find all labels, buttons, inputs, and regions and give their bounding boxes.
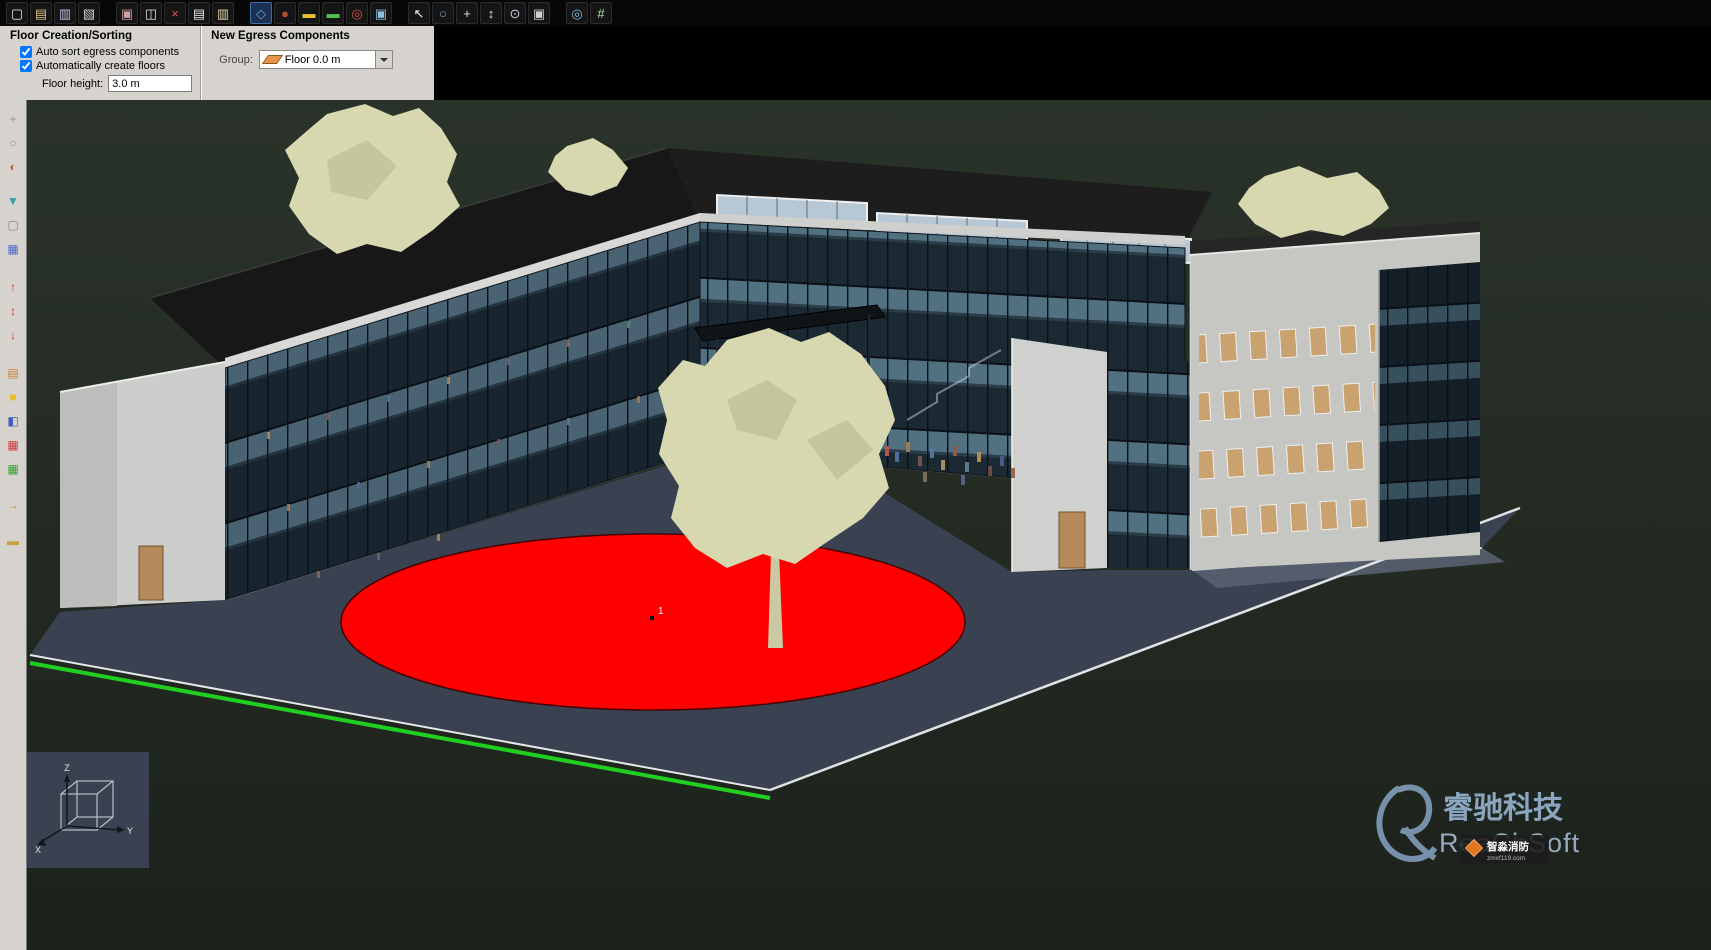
- roam-icon[interactable]: ↕: [480, 2, 502, 24]
- axis-y-label: Y: [127, 826, 133, 836]
- occupant-region[interactable]: [341, 534, 965, 710]
- print-icon[interactable]: ▣: [116, 2, 138, 24]
- copy-icon[interactable]: ▤: [188, 2, 210, 24]
- measure-tool-icon[interactable]: ▬: [2, 530, 25, 552]
- floor-icon: [262, 55, 283, 64]
- toolbar-group-view: ◇●▬▬◎▣: [250, 2, 392, 24]
- left-wing-end-wall: [60, 362, 225, 608]
- options-panel-bar: Floor Creation/Sorting Auto sort egress …: [0, 26, 434, 101]
- auto-create-checkbox[interactable]: [20, 60, 32, 72]
- main-toolbar: ▢▤▥▧ ▣◫×▤▥ ◇●▬▬◎▣ ↖○+↕⊙▣ ◎#: [0, 0, 1711, 26]
- delete-icon[interactable]: ×: [164, 2, 186, 24]
- results-icon[interactable]: ◎: [346, 2, 368, 24]
- stair-core-door: [1059, 512, 1085, 568]
- snap-grid-icon[interactable]: #: [590, 2, 612, 24]
- grid-tool-icon[interactable]: ▦: [2, 238, 25, 260]
- green-grid-tool-icon[interactable]: ▦: [2, 458, 25, 480]
- egress-components-panel: New Egress Components Group: Floor 0.0 m: [200, 26, 401, 100]
- axis-x-label: X: [35, 845, 41, 855]
- badge-subtitle: zmxf119.com: [1487, 855, 1525, 862]
- floor-height-label: Floor height:: [42, 78, 103, 90]
- show-exits-icon[interactable]: ▬: [322, 2, 344, 24]
- card-tool-icon[interactable]: ▢: [2, 214, 25, 236]
- building-right-wing: [1190, 221, 1480, 570]
- watermark-cn: 睿驰科技: [1443, 792, 1563, 825]
- screenshot-icon[interactable]: ◫: [140, 2, 162, 24]
- dropdown-arrow-icon[interactable]: [375, 51, 392, 68]
- zoom-box-icon[interactable]: ▣: [528, 2, 550, 24]
- corner-glass: [1107, 352, 1190, 568]
- show-floors-icon[interactable]: ▬: [298, 2, 320, 24]
- new-file-icon[interactable]: ▢: [6, 2, 28, 24]
- cone-tool-icon[interactable]: ▼: [2, 190, 25, 212]
- paste-icon[interactable]: ▥: [212, 2, 234, 24]
- stair-core: [1012, 338, 1107, 572]
- floor-height-input[interactable]: [108, 75, 192, 92]
- spin-view-icon[interactable]: ◐: [2, 156, 25, 178]
- svg-text:1: 1: [658, 606, 664, 617]
- egress-group-select[interactable]: Floor 0.0 m: [259, 50, 393, 69]
- auto-sort-checkbox[interactable]: [20, 46, 32, 58]
- auto-create-label: Automatically create floors: [36, 60, 165, 72]
- right-wing-glass: [1379, 262, 1480, 542]
- toolbar-group-extras: ◎#: [566, 2, 612, 24]
- egress-group-value: Floor 0.0 m: [285, 54, 341, 66]
- auto-sort-label: Auto sort egress components: [36, 46, 179, 58]
- pan-icon[interactable]: +: [456, 2, 478, 24]
- egress-components-title: New Egress Components: [211, 30, 393, 42]
- solid-view-icon[interactable]: ●: [274, 2, 296, 24]
- left-tool-strip: +○◐▼▢▦↑↕↓▤■◧▦▦→▬: [0, 100, 27, 950]
- auto-create-row[interactable]: Automatically create floors: [20, 60, 192, 72]
- toolbar-group-file: ▢▤▥▧: [6, 2, 100, 24]
- select-icon[interactable]: ↖: [408, 2, 430, 24]
- floor-creation-panel: Floor Creation/Sorting Auto sort egress …: [0, 26, 200, 100]
- application-window: ▢▤▥▧ ▣◫×▤▥ ◇●▬▬◎▣ ↖○+↕⊙▣ ◎# Floor Creati…: [0, 0, 1711, 950]
- split-tool-icon[interactable]: ◧: [2, 410, 25, 432]
- wireframe-view-icon[interactable]: ◇: [250, 2, 272, 24]
- 3d-scene[interactable]: 1: [27, 100, 1711, 950]
- navigation-cube[interactable]: Z X Y: [27, 752, 149, 868]
- save-file-icon[interactable]: ▥: [54, 2, 76, 24]
- axis-z-label: Z: [64, 763, 70, 773]
- orbit-icon[interactable]: ○: [432, 2, 454, 24]
- orbit-view-icon[interactable]: ○: [2, 132, 25, 154]
- floor-creation-title: Floor Creation/Sorting: [10, 30, 192, 42]
- end-wall-door: [139, 546, 163, 600]
- toolbar-group-edit: ▣◫×▤▥: [116, 2, 234, 24]
- 3d-viewport[interactable]: 1: [27, 100, 1711, 950]
- box-tool-icon[interactable]: ■: [2, 386, 25, 408]
- auto-sort-row[interactable]: Auto sort egress components: [20, 46, 192, 58]
- export-tool-icon[interactable]: →: [2, 494, 25, 516]
- zoom-icon[interactable]: ⊙: [504, 2, 526, 24]
- red-grid-tool-icon[interactable]: ▦: [2, 434, 25, 456]
- level-up-icon[interactable]: ↑: [2, 276, 25, 298]
- vendor-badge: 智淼消防 zmxf119.com: [1461, 835, 1549, 863]
- stack-tool-icon[interactable]: ▤: [2, 362, 25, 384]
- badge-title: 智淼消防: [1486, 840, 1529, 853]
- movie-icon[interactable]: ▣: [370, 2, 392, 24]
- level-down-icon[interactable]: ↓: [2, 324, 25, 346]
- open-file-icon[interactable]: ▤: [30, 2, 52, 24]
- import-file-icon[interactable]: ▧: [78, 2, 100, 24]
- right-wing-windows: [1199, 312, 1375, 554]
- pan-view-icon[interactable]: +: [2, 108, 25, 130]
- reset-view-icon[interactable]: ◎: [566, 2, 588, 24]
- group-label: Group:: [219, 54, 253, 66]
- toolbar-group-navigation: ↖○+↕⊙▣: [408, 2, 550, 24]
- level-fit-icon[interactable]: ↕: [2, 300, 25, 322]
